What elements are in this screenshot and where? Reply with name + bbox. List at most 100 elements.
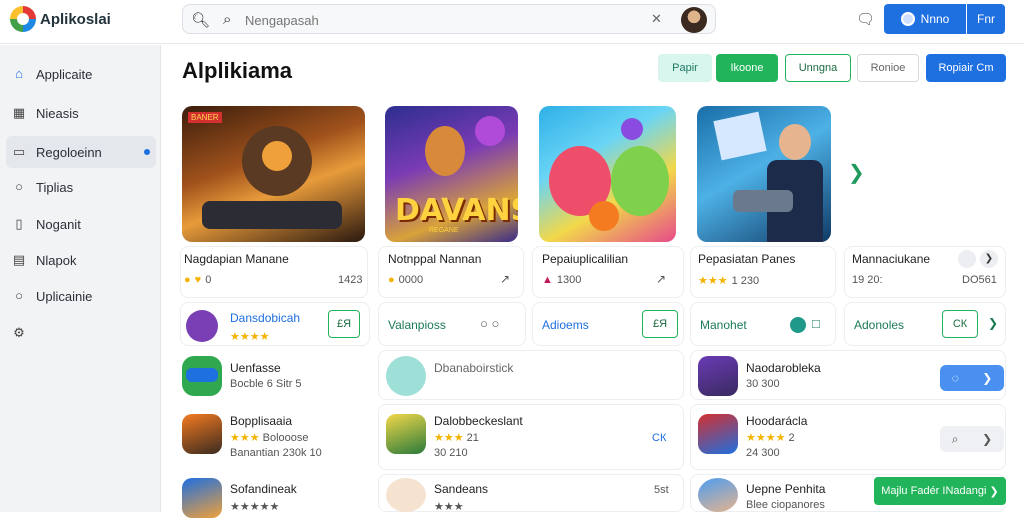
search-icon[interactable]: 🔍︎ <box>191 11 210 29</box>
sidebar-item-window[interactable]: ▭ Regoloeinn <box>6 136 156 168</box>
filter-button[interactable]: Ropiair Cm <box>926 54 1006 82</box>
search-bar: 🔍︎ ⌕ ✕ <box>182 4 805 34</box>
toggle-icon[interactable]: ○ ○ <box>480 316 499 331</box>
app-sub: 24 300 <box>746 447 780 459</box>
sidebar-item-bubble[interactable]: ○ Uplicainie <box>6 280 156 312</box>
share-action[interactable]: ⌕ ❯ <box>940 426 1004 452</box>
app-name: Uenfasse <box>230 361 281 375</box>
filter-button[interactable]: Papir <box>658 54 712 82</box>
card-meta-value: 1 230 <box>731 274 760 287</box>
get-button[interactable]: £Я <box>642 310 678 338</box>
sidebar-item-label: Nieasis <box>36 105 79 121</box>
card-title: Nagdapian Manane <box>184 252 289 266</box>
weapon-art <box>202 201 342 229</box>
filter-button[interactable]: Unngna <box>785 54 851 82</box>
card-count: 1423 <box>338 274 363 286</box>
toggle-icon[interactable] <box>790 317 806 333</box>
avatar[interactable] <box>681 7 707 33</box>
game-logo-text: DAVANS <box>395 193 518 228</box>
card-meta-value: 0 <box>205 274 212 286</box>
star-icon: ★★★ <box>698 275 728 287</box>
get-button[interactable]: СК <box>942 310 978 338</box>
cube-art <box>713 111 767 161</box>
window-icon: ▭ <box>12 144 26 159</box>
app-name: Dalobbeckeslant <box>434 414 523 428</box>
sidebar-item-settings[interactable]: ⚙ <box>6 317 156 349</box>
card-meta-value: 1300 <box>556 274 582 286</box>
secondary-button[interactable]: Fnr <box>967 4 1005 34</box>
sidebar-item-label: Nlapok <box>36 252 77 268</box>
app-action: 5st <box>654 484 669 496</box>
star-icon: ● <box>184 274 191 286</box>
install-button-label: Majlu Fadér INadangi <box>881 485 987 497</box>
clear-icon[interactable]: ✕ <box>651 11 662 27</box>
toggle-icon[interactable] <box>958 250 976 268</box>
chevron-right-icon[interactable]: ❯ <box>980 250 998 268</box>
app-name: Sofandineak <box>230 482 297 496</box>
chevron-right-icon[interactable]: ❯ <box>988 316 998 330</box>
chevron-right-icon: ❯ <box>989 485 999 498</box>
app-icon[interactable] <box>182 478 222 518</box>
featured-card-image[interactable] <box>697 106 831 242</box>
sidebar: ⌂ Applicaite ▦ Nieasis ▭ Regoloeinn ○ Ti… <box>0 45 161 512</box>
category-label: Adonoles <box>854 318 905 332</box>
app-name: Bopplisaaia <box>230 414 293 428</box>
get-button[interactable]: £Я <box>328 310 360 338</box>
character-art <box>425 126 465 176</box>
card-title: Pepasiatan Panes <box>698 252 796 266</box>
page-title: Alplikiama <box>182 58 293 83</box>
app-name: Naodarobleka <box>746 361 821 375</box>
settings-icon: ⚙ <box>13 325 25 340</box>
filter-button[interactable]: Ronioe <box>857 54 919 82</box>
search-icon: ⌕ <box>223 11 232 28</box>
featured-card-image[interactable] <box>539 106 676 242</box>
heart-art <box>621 118 643 140</box>
share-icon[interactable]: ↗ <box>656 272 666 286</box>
user-icon: ▲ <box>542 274 553 286</box>
category-label: Adioems <box>542 318 589 332</box>
sidebar-item-label: Tiplias <box>36 179 74 195</box>
card-meta: 19 20: <box>852 274 883 286</box>
featured-card-image[interactable]: DAVANS REGANE <box>385 106 518 242</box>
sidebar-item-home[interactable]: ⌂ Applicaite <box>6 58 156 90</box>
install-action[interactable]: ◌ ❯ <box>940 365 1004 391</box>
install-button[interactable]: Majlu Fadér INadangi ❯ <box>874 477 1006 505</box>
app-logo[interactable]: Aplikoslai <box>10 6 111 32</box>
sidebar-item-label: Applicaite <box>36 66 93 82</box>
home-icon: ⌂ <box>15 66 23 81</box>
card-badge: BANER <box>188 112 222 123</box>
weapon-art <box>733 190 793 212</box>
active-indicator <box>144 149 150 155</box>
featured-card-image[interactable]: BANER <box>182 106 365 242</box>
sidebar-item-chat[interactable]: ○ Tiplias <box>6 171 156 203</box>
app-name: Dbanaboirstick <box>434 361 514 375</box>
primary-button[interactable]: Nnno <box>884 4 966 34</box>
app-icon <box>698 356 738 396</box>
bubble-icon: ○ <box>15 288 23 303</box>
card-title: Notnppal Nannan <box>388 252 482 266</box>
category-label: Valanpioss <box>388 318 446 332</box>
calendar-icon: ▦ <box>12 105 26 120</box>
logo-icon <box>10 6 36 32</box>
sidebar-item-bookmark[interactable]: ▤ Nlapok <box>6 244 156 276</box>
chat-icon[interactable]: 🗨︎ <box>856 10 875 28</box>
filter-button[interactable]: Ikoone <box>716 54 778 82</box>
secondary-button-label: Fnr <box>977 12 995 26</box>
sidebar-item-document[interactable]: ▯ Noganit <box>6 208 156 240</box>
search-input[interactable] <box>245 10 805 30</box>
app-icon <box>386 414 426 454</box>
chevron-right-icon: ❯ <box>982 371 993 385</box>
app-sub: Bocble 6 Sitr 5 <box>230 378 302 390</box>
app-name: Hoodarácla <box>746 414 808 428</box>
card-meta-value: 19 20: <box>852 274 883 286</box>
search-icon: ⌕ <box>951 431 959 446</box>
app-action[interactable]: СК <box>652 432 666 444</box>
chevron-right-icon[interactable]: ❯ <box>848 160 865 185</box>
sidebar-item-calendar[interactable]: ▦ Nieasis <box>6 97 156 129</box>
share-icon[interactable]: ↗ <box>500 272 510 286</box>
card-title: Mannaciukane <box>852 252 931 266</box>
app-icon[interactable] <box>182 414 222 454</box>
chat-icon[interactable]: □ <box>812 316 820 331</box>
category-label: Manohet <box>700 318 747 332</box>
app-rating: ★★★★ 2 <box>746 432 795 444</box>
